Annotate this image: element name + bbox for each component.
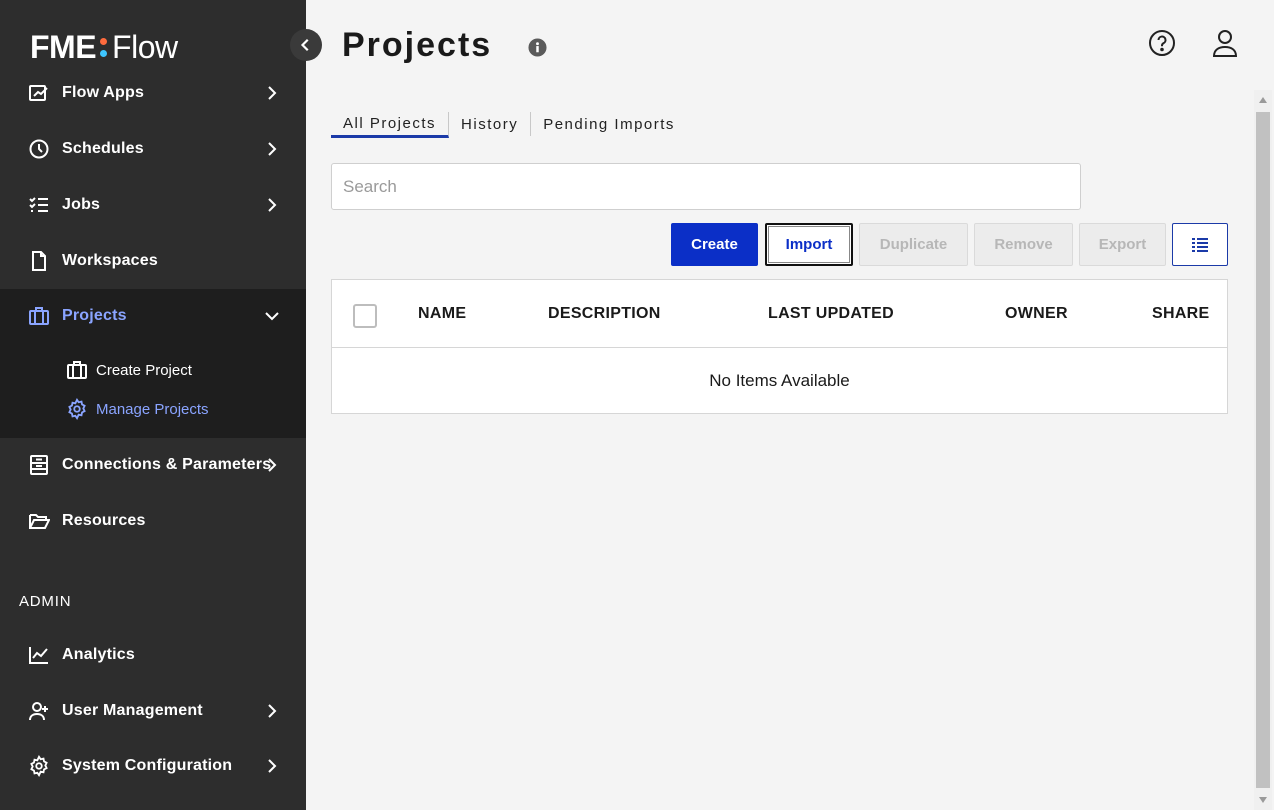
scroll-up-arrow-icon[interactable] — [1254, 90, 1272, 110]
sidebar-subitem-manage-projects[interactable]: Manage Projects — [66, 396, 209, 422]
sidebar-item-label: Resources — [62, 512, 146, 529]
sidebar-item-label: Schedules — [62, 140, 144, 157]
sidebar-item-label: Jobs — [62, 196, 101, 213]
column-header-share[interactable]: SHARE — [1152, 305, 1210, 323]
sidebar-item-user-management[interactable]: User Management — [0, 691, 306, 731]
logo-dot-top — [100, 37, 108, 45]
admin-section-heading: ADMIN — [19, 593, 72, 610]
user-add-icon — [28, 700, 50, 722]
column-header-owner[interactable]: OWNER — [1005, 305, 1068, 323]
chevron-down-icon — [265, 312, 279, 321]
sidebar-subitem-create-project[interactable]: Create Project — [66, 357, 192, 383]
sidebar-item-resources[interactable]: Resources — [0, 501, 306, 541]
connections-icon — [28, 454, 50, 476]
page-title: Projects — [342, 26, 493, 64]
tab-pending-imports[interactable]: Pending Imports — [531, 112, 687, 136]
collapse-sidebar-button[interactable] — [290, 29, 322, 61]
project-tabs: All Projects History Pending Imports — [331, 112, 687, 138]
sidebar-item-label: Flow Apps — [62, 84, 145, 101]
logo-dot-bottom — [100, 49, 108, 57]
sidebar-item-label: Analytics — [62, 646, 135, 663]
sidebar-subitem-label: Create Project — [96, 361, 192, 379]
sidebar-item-label: Connections & Parameters — [62, 456, 272, 473]
chevron-right-icon — [268, 458, 277, 472]
sidebar-item-flow-apps[interactable]: Flow Apps — [0, 73, 306, 113]
sidebar-item-schedules[interactable]: Schedules — [0, 129, 306, 169]
briefcase-icon — [66, 359, 88, 381]
tab-all-projects[interactable]: All Projects — [331, 112, 450, 138]
sidebar-item-jobs[interactable]: Jobs — [0, 185, 306, 225]
logo-text-right: Flow — [112, 28, 178, 65]
sidebar-item-label: Workspaces — [62, 252, 158, 269]
sidebar-item-label: System Configuration — [62, 757, 233, 774]
help-icon[interactable] — [1148, 29, 1176, 57]
sidebar-item-workspaces[interactable]: Workspaces — [0, 241, 306, 281]
column-header-last-updated[interactable]: LAST UPDATED — [768, 305, 894, 323]
chevron-right-icon — [268, 759, 277, 773]
clock-icon — [28, 138, 50, 160]
create-button[interactable]: Create — [671, 223, 758, 266]
scroll-down-arrow-icon[interactable] — [1254, 790, 1272, 810]
sidebar-subitem-label: Manage Projects — [96, 400, 209, 418]
briefcase-icon — [28, 305, 50, 327]
tab-history[interactable]: History — [449, 112, 532, 136]
logo-dots — [100, 37, 108, 57]
select-all-checkbox[interactable] — [353, 304, 377, 328]
sidebar: FME Flow Flow Apps Schedules Jobs Worksp… — [0, 0, 306, 810]
import-button[interactable]: Import — [765, 223, 853, 266]
search-input[interactable] — [331, 163, 1081, 210]
chevron-right-icon — [268, 704, 277, 718]
gear-icon — [28, 755, 50, 777]
chevron-right-icon — [268, 86, 277, 100]
export-button[interactable]: Export — [1079, 223, 1166, 266]
sidebar-item-connections-parameters[interactable]: Connections & Parameters — [0, 445, 306, 485]
chevron-right-icon — [268, 198, 277, 212]
fme-flow-logo[interactable]: FME Flow — [30, 28, 178, 65]
sidebar-item-analytics[interactable]: Analytics — [0, 635, 306, 675]
logo-text-left: FME — [30, 28, 97, 65]
projects-table: NAME DESCRIPTION LAST UPDATED OWNER SHAR… — [331, 279, 1228, 414]
scrollbar-thumb[interactable] — [1256, 112, 1270, 788]
gear-icon — [66, 398, 88, 420]
chevron-left-icon — [300, 38, 309, 52]
duplicate-button[interactable]: Duplicate — [859, 223, 968, 266]
sidebar-item-label: User Management — [62, 702, 203, 719]
user-account-icon[interactable] — [1210, 28, 1240, 58]
sidebar-item-label: Projects — [62, 307, 127, 324]
remove-button[interactable]: Remove — [974, 223, 1073, 266]
vertical-scrollbar[interactable] — [1254, 90, 1272, 810]
columns-list-icon — [1192, 237, 1208, 252]
folder-open-icon — [28, 510, 50, 532]
chart-line-icon — [28, 644, 50, 666]
info-icon[interactable] — [528, 38, 547, 57]
flow-apps-icon — [28, 82, 50, 104]
sidebar-item-projects[interactable]: Projects — [0, 296, 306, 336]
chevron-right-icon — [268, 142, 277, 156]
table-header: NAME DESCRIPTION LAST UPDATED OWNER SHAR… — [332, 280, 1227, 348]
checklist-icon — [28, 194, 50, 216]
sidebar-item-system-configuration[interactable]: System Configuration — [0, 746, 306, 786]
column-view-button[interactable] — [1172, 223, 1228, 266]
empty-state-message: No Items Available — [709, 371, 850, 390]
column-header-name[interactable]: NAME — [418, 305, 466, 323]
column-header-description[interactable]: DESCRIPTION — [548, 305, 661, 323]
document-icon — [28, 250, 50, 272]
